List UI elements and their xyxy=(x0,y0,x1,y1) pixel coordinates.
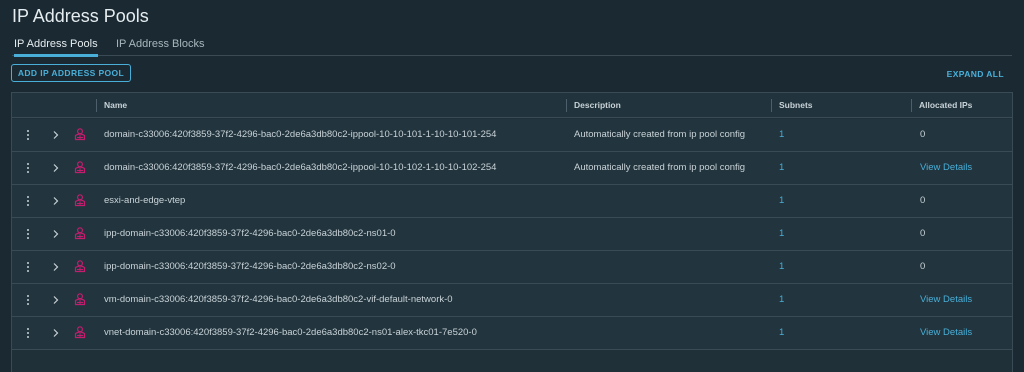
tab-ip-address-pools[interactable]: IP Address Pools xyxy=(14,38,98,57)
table-row[interactable]: ipp-domain-c33006:420f3859-37f2-4296-bac… xyxy=(12,218,1012,251)
chevron-right-icon[interactable] xyxy=(51,130,61,140)
column-header-name[interactable]: Name xyxy=(97,93,127,118)
column-header-allocated-ips[interactable]: Allocated IPs xyxy=(912,93,972,118)
pool-name: vm-domain-c33006:420f3859-37f2-4296-bac0… xyxy=(104,294,453,305)
column-header-description[interactable]: Description xyxy=(567,93,621,118)
more-actions-icon[interactable] xyxy=(24,262,32,274)
subnets-count-link[interactable]: 1 xyxy=(779,218,784,250)
subnets-count-link[interactable]: 1 xyxy=(779,251,784,283)
more-actions-icon[interactable] xyxy=(24,295,32,307)
ip-pool-icon xyxy=(74,260,86,273)
table-row[interactable]: vnet-domain-c33006:420f3859-37f2-4296-ba… xyxy=(12,317,1012,350)
subnets-count-link[interactable]: 1 xyxy=(779,317,784,349)
column-header-subnets[interactable]: Subnets xyxy=(772,93,813,118)
chevron-right-icon[interactable] xyxy=(51,295,61,305)
chevron-right-icon[interactable] xyxy=(51,262,61,272)
pool-name: vnet-domain-c33006:420f3859-37f2-4296-ba… xyxy=(104,327,477,338)
view-details-link[interactable]: View Details xyxy=(920,284,972,316)
view-details-link[interactable]: View Details xyxy=(920,152,972,184)
table-row[interactable]: esxi-and-edge-vtep 1 0 xyxy=(12,185,1012,218)
table-row[interactable]: ipp-domain-c33006:420f3859-37f2-4296-bac… xyxy=(12,251,1012,284)
allocated-ips-value: 0 xyxy=(920,195,926,206)
ip-pool-icon xyxy=(74,128,86,141)
pool-name: esxi-and-edge-vtep xyxy=(104,195,186,206)
more-actions-icon[interactable] xyxy=(24,163,32,175)
subnets-count-link[interactable]: 1 xyxy=(779,284,784,316)
pool-name: ipp-domain-c33006:420f3859-37f2-4296-bac… xyxy=(104,228,396,239)
add-ip-address-pool-button[interactable]: ADD IP ADDRESS POOL xyxy=(11,64,131,82)
allocated-ips-value: 0 xyxy=(920,261,926,272)
allocated-ips-value: 0 xyxy=(920,129,926,140)
more-actions-icon[interactable] xyxy=(24,229,32,241)
ip-pool-icon xyxy=(74,293,86,306)
more-actions-icon[interactable] xyxy=(24,196,32,208)
subnets-count-link[interactable]: 1 xyxy=(779,119,784,151)
ip-pools-grid: Name Description Subnets Allocated IPs d… xyxy=(11,92,1013,372)
table-row[interactable]: domain-c33006:420f3859-37f2-4296-bac0-2d… xyxy=(12,119,1012,152)
chevron-right-icon[interactable] xyxy=(51,229,61,239)
grid-header: Name Description Subnets Allocated IPs xyxy=(12,93,1012,118)
tab-bar: IP Address Pools IP Address Blocks xyxy=(12,36,1012,57)
more-actions-icon[interactable] xyxy=(24,130,32,142)
chevron-right-icon[interactable] xyxy=(51,328,61,338)
ip-pool-icon xyxy=(74,161,86,174)
pool-name: domain-c33006:420f3859-37f2-4296-bac0-2d… xyxy=(104,129,497,140)
pool-description: Automatically created from ip pool confi… xyxy=(574,162,746,173)
chevron-right-icon[interactable] xyxy=(51,196,61,206)
ip-pool-icon xyxy=(74,227,86,240)
subnets-count-link[interactable]: 1 xyxy=(779,185,784,217)
pool-name: domain-c33006:420f3859-37f2-4296-bac0-2d… xyxy=(104,162,497,173)
subnets-count-link[interactable]: 1 xyxy=(779,152,784,184)
more-actions-icon[interactable] xyxy=(24,328,32,340)
view-details-link[interactable]: View Details xyxy=(920,317,972,349)
expand-all-link[interactable]: EXPAND ALL xyxy=(947,69,1004,79)
page-title: IP Address Pools xyxy=(12,6,149,26)
allocated-ips-value: 0 xyxy=(920,228,926,239)
table-row[interactable]: domain-c33006:420f3859-37f2-4296-bac0-2d… xyxy=(12,152,1012,185)
ip-pool-icon xyxy=(74,326,86,339)
pool-description: Automatically created from ip pool confi… xyxy=(574,129,746,140)
tab-ip-address-blocks[interactable]: IP Address Blocks xyxy=(116,38,204,56)
chevron-right-icon[interactable] xyxy=(51,163,61,173)
ip-pool-icon xyxy=(74,194,86,207)
table-row[interactable]: vm-domain-c33006:420f3859-37f2-4296-bac0… xyxy=(12,284,1012,317)
pool-name: ipp-domain-c33006:420f3859-37f2-4296-bac… xyxy=(104,261,396,272)
